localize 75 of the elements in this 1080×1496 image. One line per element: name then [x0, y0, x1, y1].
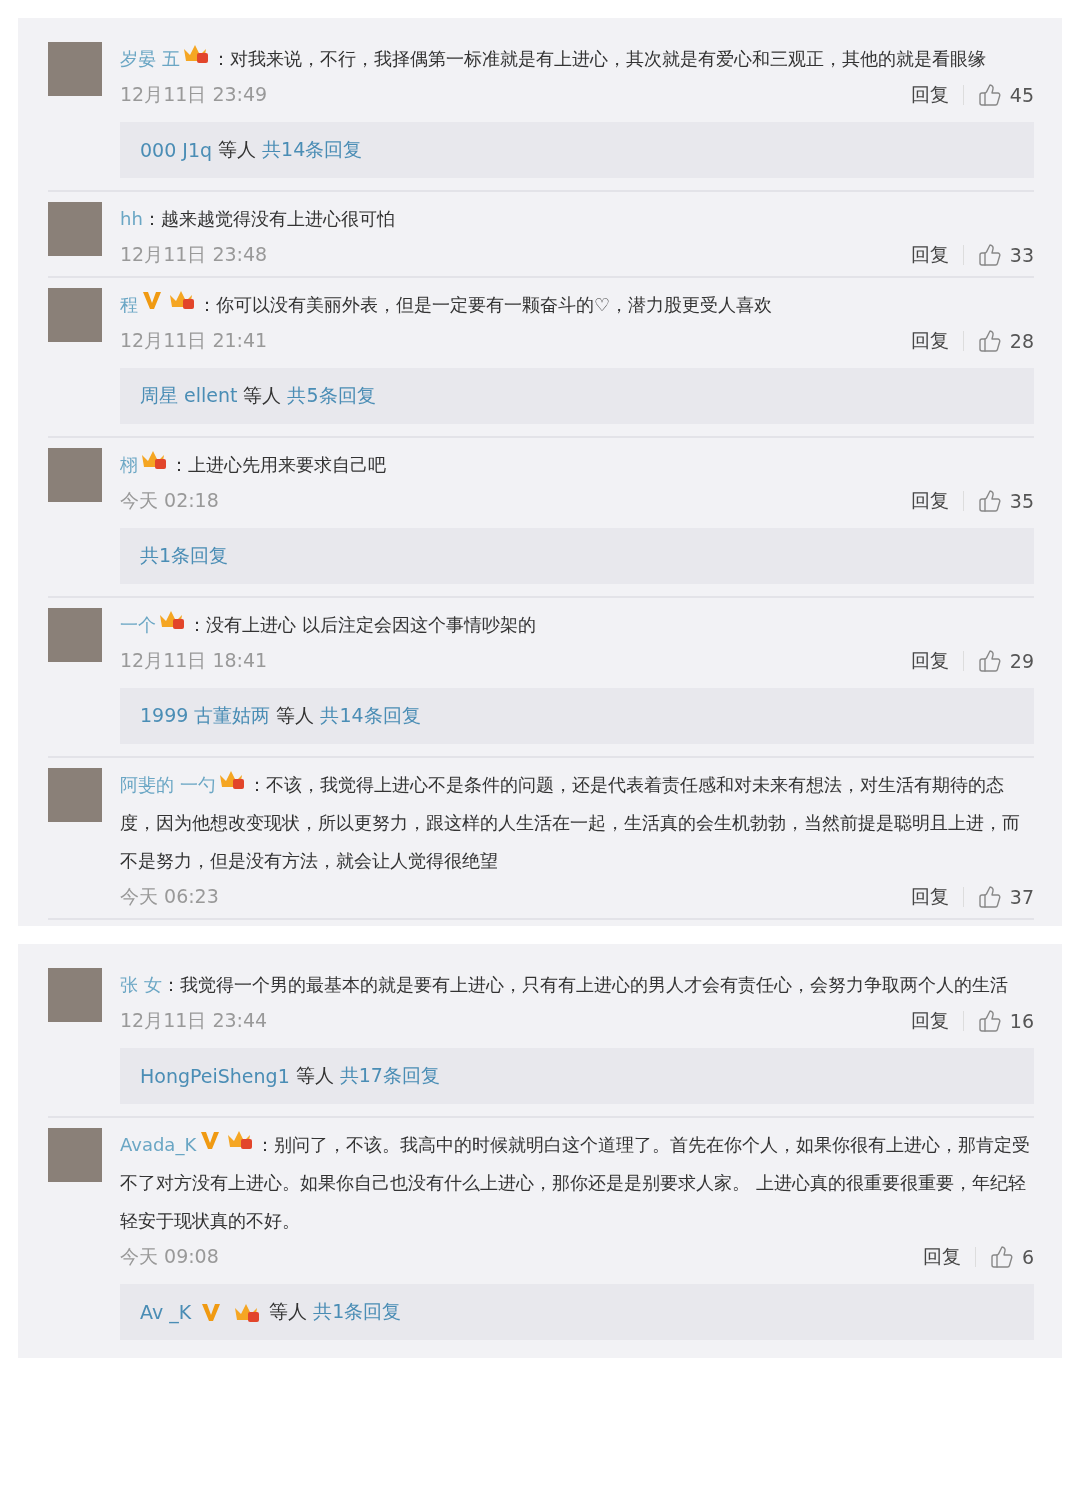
like-button[interactable]: 16 [977, 1009, 1034, 1033]
thumbs-up-icon [977, 489, 1002, 513]
reply-link[interactable]: 回复 [922, 1244, 961, 1270]
username-link[interactable]: 岁晏 五 [120, 48, 180, 69]
comment-time: 今天 09:08 [120, 1244, 219, 1269]
comment-text: 阿斐的 一勺 ：不该，我觉得上进心不是条件的问题，还是代表着责任感和对未来有想法，对生活有期待的态度，因为他想改变现状，所以更努力，跟这样的人生活在一起，生活真的会生机勃勃，当然前提是聪明且上进，而不是努力，但是没有方法，就会让人觉得很绝望 [120, 766, 1034, 880]
like-button[interactable]: 28 [977, 329, 1034, 353]
avatar-photo-placeholder[interactable] [48, 42, 102, 96]
username-link[interactable]: 栩 [120, 454, 138, 475]
username-link[interactable]: 一个 [120, 614, 156, 635]
username-link[interactable]: HongPeiSheng1 [140, 1065, 290, 1087]
like-button[interactable]: 6 [989, 1245, 1034, 1269]
reply-link[interactable]: 回复 [910, 82, 949, 108]
avatar-photo-placeholder[interactable] [48, 608, 102, 662]
username-link[interactable]: Av _K [140, 1301, 192, 1323]
comment-time: 今天 02:18 [120, 488, 219, 513]
reply-link[interactable]: 回复 [910, 1008, 949, 1034]
reply-count-link[interactable]: 共14条回复 [262, 137, 363, 163]
comment-text: 栩 ：上进心先用来要求自己吧 [120, 446, 1034, 484]
comment-text: Avada_K ：别问了，不该。我高中的时候就明白这个道理了。首先在你个人，如果你很有上进心，那肯定受不了对方没有上进心。如果你自己也没有什么上进心，那你还是是别要求人家。 上进心真的很重要很重要，年纪轻轻安于现状真的不好。 [120, 1126, 1034, 1240]
verified-v-icon [199, 1129, 222, 1151]
reply-count-link[interactable]: 共14条回复 [320, 703, 421, 729]
username-link[interactable]: 张 女 [120, 974, 162, 995]
avatar-photo-placeholder[interactable] [48, 288, 102, 342]
comment-time: 12月11日 21:41 [120, 328, 268, 353]
reply-count-link[interactable]: 共1条回复 [140, 543, 229, 569]
verified-v-icon [141, 289, 163, 311]
reply-count-link[interactable]: 共17条回复 [339, 1063, 440, 1089]
username-link[interactable]: 周星 ellent [140, 383, 238, 409]
avatar-photo-placeholder[interactable] [48, 768, 102, 822]
comment-text: 一个 ：没有上进心 以后注定会因这个事情吵架的 [120, 606, 1034, 644]
username-link[interactable]: 000 J1q [140, 139, 213, 161]
like-button[interactable]: 35 [977, 489, 1034, 513]
reply-link[interactable]: 回复 [910, 328, 949, 354]
thumbs-up-icon [977, 243, 1002, 267]
like-button[interactable]: 37 [977, 885, 1034, 909]
username-link[interactable]: 阿斐的 一勺 [120, 774, 216, 795]
comment-text: 张 女：我觉得一个男的最基本的就是要有上进心，只有有上进心的男人才会有责任心，会努力争取两个人的生活 [120, 973, 1009, 997]
others-label: 等人 [295, 1063, 334, 1088]
comment-time: 12月11日 23:48 [120, 242, 268, 267]
reply-link[interactable]: 回复 [910, 242, 949, 268]
username-link[interactable]: hh [120, 208, 143, 229]
comment-text: 程 ：你可以没有美丽外表，但是一定要有一颗奋斗的♡，潜力股更受人喜欢 [120, 286, 1034, 324]
others-label: 等人 [276, 703, 315, 728]
reply-count-link[interactable]: 共5条回复 [287, 383, 376, 409]
avatar-photo-placeholder[interactable] [48, 202, 102, 256]
comment-text: 岁晏 五 ：对我来说，不行，我择偶第一标准就是有上进心，其次就是有爱心和三观正，其他的就是看眼缘 [120, 40, 1034, 78]
avatar-photo-placeholder[interactable] [48, 1128, 102, 1182]
comment-text: hh：越来越觉得没有上进心很可怕 [120, 207, 396, 231]
username-link[interactable]: Avada_K [120, 1134, 197, 1155]
thumbs-up-icon [977, 885, 1002, 909]
verified-v-icon [200, 1301, 223, 1323]
others-label: 等人 [218, 137, 257, 162]
username-link[interactable]: 程 [120, 294, 138, 315]
others-label: 等人 [243, 383, 282, 408]
reply-count-link[interactable]: 共1条回复 [313, 1299, 402, 1325]
username-link[interactable]: 1999 古董姑两 [140, 703, 271, 729]
comment-time: 今天 06:23 [120, 884, 219, 909]
thumbs-up-icon [977, 1009, 1002, 1033]
comment-time: 12月11日 18:41 [120, 648, 268, 673]
thumbs-up-icon [977, 649, 1002, 673]
thumbs-up-icon [989, 1245, 1014, 1269]
reply-link[interactable]: 回复 [910, 648, 949, 674]
like-button[interactable]: 29 [977, 649, 1034, 673]
comment-time: 12月11日 23:44 [120, 1008, 268, 1033]
reply-link[interactable]: 回复 [910, 884, 949, 910]
like-button[interactable]: 33 [977, 243, 1034, 267]
like-button[interactable]: 45 [977, 83, 1034, 107]
reply-link[interactable]: 回复 [910, 488, 949, 514]
thumbs-up-icon [977, 83, 1002, 107]
comment-time: 12月11日 23:49 [120, 82, 268, 107]
avatar-photo-placeholder[interactable] [48, 968, 102, 1022]
avatar-photo-placeholder[interactable] [48, 448, 102, 502]
others-label: 等人 [269, 1299, 308, 1324]
thumbs-up-icon [977, 329, 1002, 353]
